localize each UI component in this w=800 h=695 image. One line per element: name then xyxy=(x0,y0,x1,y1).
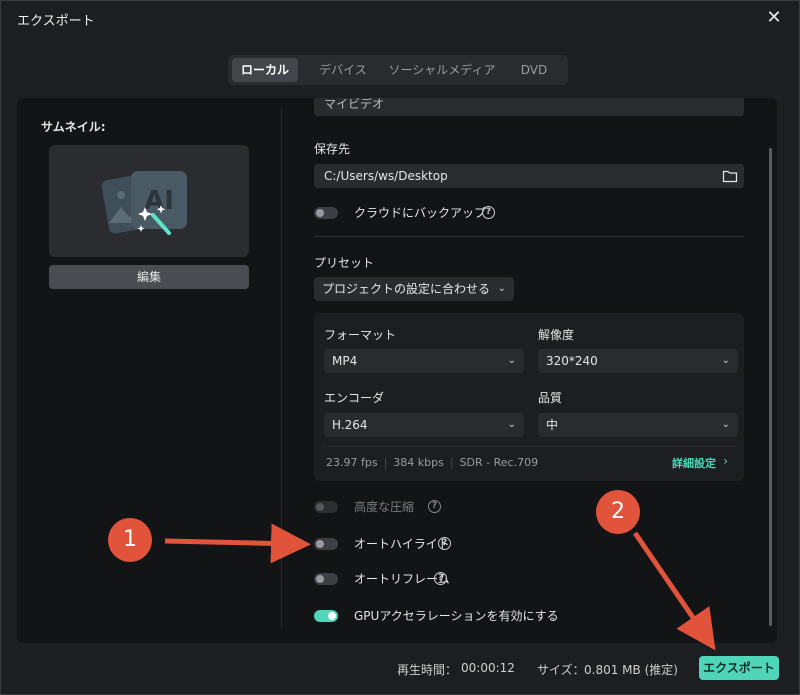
auto-highlight-label: オートハイライト xyxy=(354,537,450,551)
help-icon[interactable]: ? xyxy=(438,537,451,550)
duration-value: 00:00:12 xyxy=(461,661,515,675)
title-bar: エクスポート ✕ xyxy=(1,1,799,37)
export-button[interactable]: エクスポート xyxy=(699,656,779,680)
format-label: フォーマット xyxy=(324,328,397,342)
export-target-tabs: ローカル デバイス ソーシャルメディア DVD xyxy=(228,55,568,85)
column-divider xyxy=(281,108,282,628)
quality-value: 中 xyxy=(546,418,559,432)
tab-device[interactable]: デバイス xyxy=(308,58,378,82)
annotation-marker-2: 2 xyxy=(596,490,640,534)
chevron-down-icon: ⌄ xyxy=(721,419,730,430)
bitrate-value: 384 kbps xyxy=(393,456,444,469)
encoding-stats: 23.97 fps | 384 kbps | SDR - Rec.709 xyxy=(326,456,539,469)
chevron-down-icon: ⌄ xyxy=(497,283,506,294)
annotation-marker-1: 1 xyxy=(108,518,152,562)
advanced-settings-link[interactable]: 詳細設定 xyxy=(672,455,716,471)
encoder-label: エンコーダ xyxy=(324,391,385,405)
tab-social-media[interactable]: ソーシャルメディア xyxy=(388,58,496,82)
gpu-acceleration-toggle[interactable] xyxy=(314,610,338,622)
format-select[interactable]: MP4 ⌄ xyxy=(324,349,524,373)
preset-value: プロジェクトの設定に合わせる xyxy=(322,282,491,296)
resolution-select[interactable]: 320*240 ⌄ xyxy=(538,349,738,373)
quality-label: 品質 xyxy=(538,391,563,405)
edit-thumbnail-button[interactable]: 編集 xyxy=(49,265,249,289)
duration-label: 再生時間： xyxy=(397,663,458,677)
save-path-field[interactable]: C:/Users/ws/Desktop xyxy=(314,164,744,188)
encoder-value: H.264 xyxy=(332,418,368,432)
help-icon[interactable]: ? xyxy=(434,572,447,585)
stats-divider xyxy=(322,446,736,447)
export-dialog: エクスポート ✕ ローカル デバイス ソーシャルメディア DVD サムネイル: … xyxy=(0,0,800,695)
preset-label: プリセット xyxy=(314,256,375,270)
encoding-settings-box: フォーマット MP4 ⌄ 解像度 320*240 ⌄ エンコーダ H.264 ⌄… xyxy=(314,313,744,481)
ai-image-icon: AI xyxy=(101,171,187,235)
thumbnail-preview[interactable]: AI xyxy=(49,145,249,257)
tab-dvd[interactable]: DVD xyxy=(504,58,564,82)
chevron-down-icon: ⌄ xyxy=(507,355,516,366)
size-value: 0.801 MB (推定) xyxy=(584,663,678,677)
auto-highlight-toggle[interactable] xyxy=(314,538,338,550)
folder-icon[interactable] xyxy=(722,168,738,184)
resolution-value: 320*240 xyxy=(546,354,598,368)
thumbnail-label: サムネイル: xyxy=(41,120,106,134)
auto-reframe-toggle[interactable] xyxy=(314,573,338,585)
save-path-value: C:/Users/ws/Desktop xyxy=(324,169,448,183)
scrollbar[interactable] xyxy=(769,148,772,626)
help-icon[interactable]: ? xyxy=(428,500,441,513)
advanced-compression-label: 高度な圧縮 xyxy=(354,500,415,514)
close-icon[interactable]: ✕ xyxy=(763,7,785,29)
quality-select[interactable]: 中 ⌄ xyxy=(538,413,738,437)
size-label: サイズ： xyxy=(537,663,585,677)
save-location-label: 保存先 xyxy=(314,142,351,156)
dialog-title: エクスポート xyxy=(17,14,95,29)
color-space-value: SDR - Rec.709 xyxy=(459,456,539,469)
tab-local[interactable]: ローカル xyxy=(232,58,298,82)
chevron-down-icon: ⌄ xyxy=(507,419,516,430)
thumbnail-column: サムネイル: AI 編集 xyxy=(17,98,281,643)
svg-text:AI: AI xyxy=(144,186,174,216)
preset-select[interactable]: プロジェクトの設定に合わせる ⌄ xyxy=(314,277,514,301)
advanced-compression-toggle[interactable] xyxy=(314,501,338,513)
cloud-backup-toggle[interactable] xyxy=(314,207,338,219)
chevron-right-icon[interactable]: › xyxy=(723,454,728,468)
section-divider xyxy=(314,236,744,237)
format-value: MP4 xyxy=(332,354,358,368)
help-icon[interactable]: ? xyxy=(482,206,495,219)
cloud-backup-label: クラウドにバックアップ xyxy=(354,206,487,220)
gpu-acceleration-label: GPUアクセラレーションを有効にする xyxy=(354,609,559,623)
encoder-select[interactable]: H.264 ⌄ xyxy=(324,413,524,437)
fps-value: 23.97 fps xyxy=(326,456,378,469)
settings-column: マイビデオ 保存先 C:/Users/ws/Desktop クラウドにバックアッ… xyxy=(298,98,758,643)
file-name-field[interactable]: マイビデオ xyxy=(314,98,744,116)
chevron-down-icon: ⌄ xyxy=(721,355,730,366)
resolution-label: 解像度 xyxy=(538,328,575,342)
